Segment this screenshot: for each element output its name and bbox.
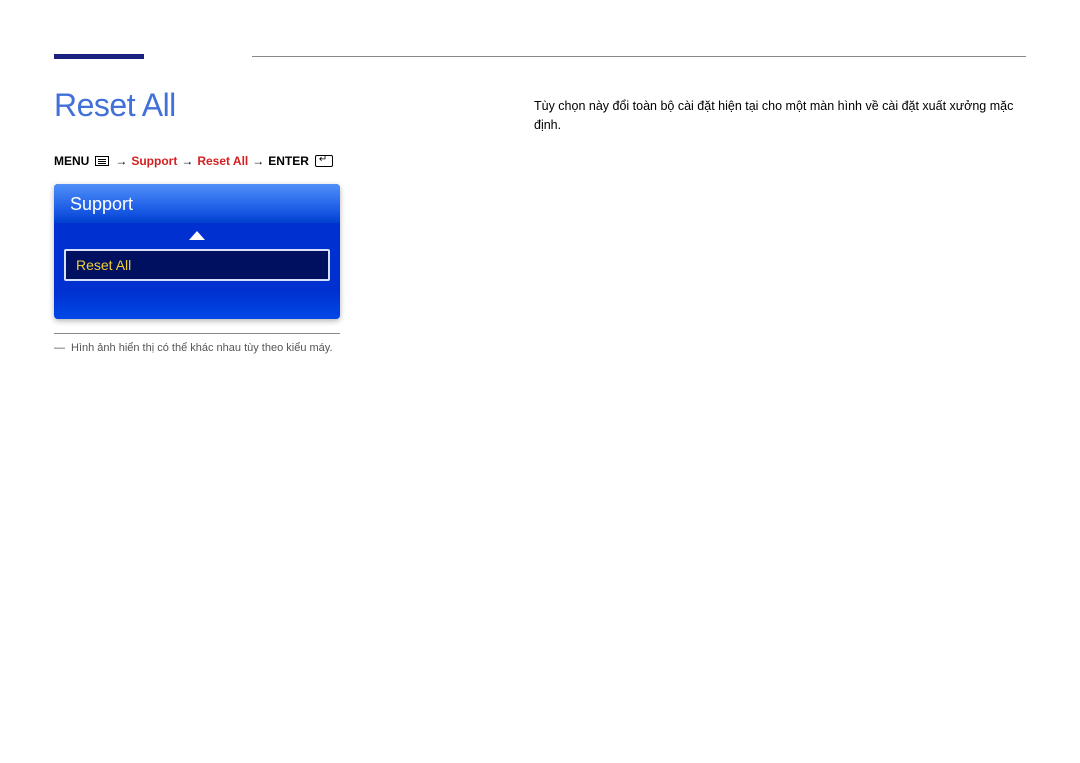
sub-divider — [54, 333, 340, 334]
footnote: ― Hình ảnh hiển thị có thể khác nhau tùy… — [54, 342, 494, 354]
description-text: Tùy chọn này đổi toàn bộ cài đặt hiện tạ… — [534, 97, 1026, 135]
breadcrumb: MENU → Support → Reset All → ENTER — [54, 154, 494, 168]
osd-panel: Support Reset All — [54, 184, 340, 319]
breadcrumb-arrow: → — [252, 154, 264, 168]
enter-icon — [315, 155, 333, 167]
chevron-up-icon — [189, 231, 205, 240]
footnote-text: Hình ảnh hiển thị có thể khác nhau tùy t… — [71, 342, 333, 354]
breadcrumb-arrow: → — [181, 154, 193, 168]
page-title: Reset All — [54, 87, 494, 124]
osd-item-reset-all[interactable]: Reset All — [64, 249, 330, 281]
breadcrumb-reset-all: Reset All — [197, 154, 248, 168]
osd-header: Support — [54, 184, 340, 223]
osd-caret-up-row[interactable] — [54, 223, 340, 247]
header-divider — [252, 56, 1026, 57]
footnote-dash: ― — [54, 342, 65, 354]
breadcrumb-enter: ENTER — [268, 154, 309, 168]
breadcrumb-support: Support — [131, 154, 177, 168]
breadcrumb-arrow: → — [115, 154, 127, 168]
osd-bottom-pad — [54, 291, 340, 319]
breadcrumb-menu: MENU — [54, 154, 89, 168]
top-accent-bar — [54, 54, 144, 59]
menu-icon — [95, 156, 109, 166]
